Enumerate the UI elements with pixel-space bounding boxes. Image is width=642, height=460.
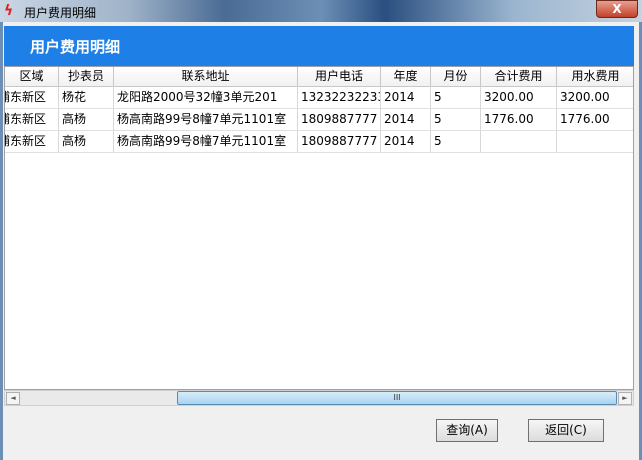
table-cell: 杨高南路99号8幢7单元1101室 bbox=[114, 131, 298, 153]
table-cell: 杨花 bbox=[59, 87, 114, 109]
table-cell: 高杨 bbox=[59, 131, 114, 153]
table-row[interactable]: 浦东新区杨花龙阳路2000号32幢3单元20113232232233322201… bbox=[5, 87, 633, 109]
back-button[interactable]: 返回(C) bbox=[528, 419, 604, 442]
scroll-right-icon[interactable]: ► bbox=[618, 392, 632, 405]
column-header[interactable]: 区域 bbox=[5, 67, 59, 87]
column-header[interactable]: 联系地址 bbox=[114, 67, 298, 87]
table-cell: 1776.00 bbox=[557, 109, 633, 131]
table-cell: 1776.00 bbox=[481, 109, 557, 131]
table-cell: 2014 bbox=[381, 131, 431, 153]
table-cell: 浦东新区 bbox=[5, 131, 59, 153]
table-row[interactable]: 浦东新区高杨杨高南路99号8幢7单元1101室18098877772014517… bbox=[5, 109, 633, 131]
query-button[interactable]: 查询(A) bbox=[436, 419, 498, 442]
column-header[interactable]: 年度 bbox=[381, 67, 431, 87]
column-header[interactable]: 合计费用 bbox=[481, 67, 557, 87]
table-cell: 3200.00 bbox=[557, 87, 633, 109]
table-cell: 5 bbox=[431, 87, 481, 109]
table-header: 区域 抄表员 联系地址 用户电话 年度 月份 合计费用 用水费用 bbox=[5, 67, 633, 87]
close-button[interactable]: X bbox=[596, 0, 638, 18]
column-header[interactable]: 用水费用 bbox=[557, 67, 633, 87]
table-cell: 1809887777 bbox=[298, 109, 381, 131]
table-row[interactable]: 浦东新区高杨杨高南路99号8幢7单元1101室180988777720145 bbox=[5, 131, 633, 153]
window-title: 用户费用明细 bbox=[24, 6, 97, 20]
page-header: 用户费用明细 bbox=[4, 26, 634, 66]
table-cell: 5 bbox=[431, 109, 481, 131]
column-header[interactable]: 月份 bbox=[431, 67, 481, 87]
title-bar: ϟ 用户费用明细 X bbox=[0, 0, 642, 24]
table-cell: 1809887777 bbox=[298, 131, 381, 153]
column-header[interactable]: 抄表员 bbox=[59, 67, 114, 87]
scroll-thumb[interactable]: III bbox=[177, 391, 617, 405]
horizontal-scrollbar[interactable]: ◄ III ► bbox=[4, 390, 634, 406]
table-cell bbox=[557, 131, 633, 153]
page-title: 用户费用明细 bbox=[30, 38, 121, 56]
table-cell: 杨高南路99号8幢7单元1101室 bbox=[114, 109, 298, 131]
table-cell: 龙阳路2000号32幢3单元201 bbox=[114, 87, 298, 109]
data-grid[interactable]: 区域抄表员联系地址用户电话年度月份合计费用用水费用 浦东新区杨花龙阳路2000号… bbox=[4, 66, 634, 390]
table-cell: 3200.00 bbox=[481, 87, 557, 109]
table-cell: 2014 bbox=[381, 87, 431, 109]
table-cell bbox=[481, 131, 557, 153]
table-cell: 高杨 bbox=[59, 109, 114, 131]
table-cell: 浦东新区 bbox=[5, 109, 59, 131]
table-cell: 5 bbox=[431, 131, 481, 153]
table-cell: 浦东新区 bbox=[5, 87, 59, 109]
table-cell: 2014 bbox=[381, 109, 431, 131]
app-icon: ϟ bbox=[4, 3, 14, 19]
scroll-left-icon[interactable]: ◄ bbox=[6, 392, 20, 405]
column-header[interactable]: 用户电话 bbox=[298, 67, 381, 87]
table-cell: 13232232233322 bbox=[298, 87, 381, 109]
